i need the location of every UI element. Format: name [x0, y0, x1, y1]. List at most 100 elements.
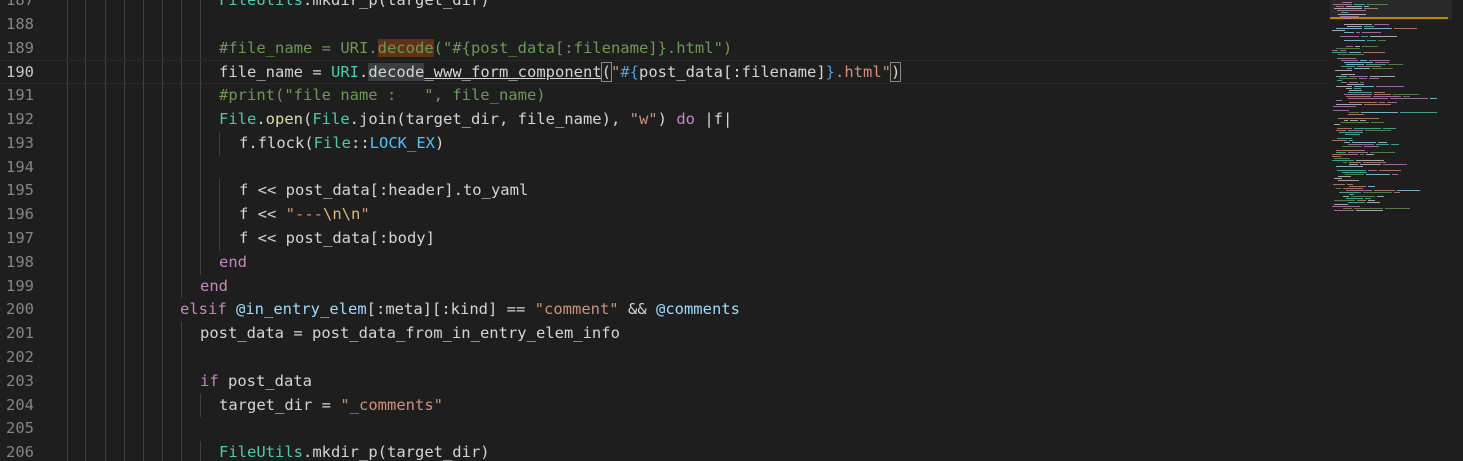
indent-guide: [143, 155, 144, 180]
code-line[interactable]: 189 #file_name = URI.decode("#{post_data[…: [0, 36, 1330, 61]
indent-guide: [105, 274, 106, 299]
vertical-scrollbar[interactable]: [1452, 0, 1463, 461]
code-line[interactable]: 205: [0, 417, 1330, 442]
code-line[interactable]: 194: [0, 155, 1330, 180]
code-line[interactable]: 191 #print("file name : ", file_name): [0, 84, 1330, 108]
minimap-code-line: [1333, 110, 1349, 112]
minimap-code-line: [1340, 36, 1359, 38]
code-line[interactable]: 204 target_dir = "_comments": [0, 393, 1330, 418]
code-line[interactable]: 201 post_data = post_data_from_in_entry_e…: [0, 322, 1330, 346]
code-token: f << post_data[:header].to_yaml: [239, 181, 529, 200]
code-editor[interactable]: 187 FileUtils.mkdir_p(target_dir) 188 189 #f…: [0, 0, 1463, 461]
indent-guide: [85, 131, 86, 156]
indent-guide: [124, 131, 125, 156]
code-token: .mkdir_p(target_dir): [303, 443, 490, 461]
indent-guide: [124, 108, 125, 132]
minimap-code-line: [1333, 184, 1345, 186]
code-token: FileUtils: [219, 0, 303, 9]
minimap-code-line: [1341, 122, 1369, 124]
minimap-code-line: [1361, 36, 1368, 38]
indent-guide: [162, 346, 163, 370]
indent-guide: [162, 417, 163, 442]
minimap-code-line: [1367, 40, 1376, 42]
minimap-code-line: [1342, 146, 1362, 148]
code-line[interactable]: 192 File.open(File.join(target_dir, file_…: [0, 108, 1330, 132]
indent-guide: [200, 250, 201, 275]
code-line[interactable]: 198 end: [0, 250, 1330, 275]
minimap-code-line: [1336, 166, 1363, 168]
line-number: 201: [6, 324, 34, 343]
indent-guide: [162, 298, 163, 323]
minimap-code-line: [1345, 134, 1360, 136]
indent-guide: [162, 12, 163, 37]
code-text: end: [200, 275, 228, 299]
code-line[interactable]: 200 elsif @in_entry_elem[:meta][:kind] ==…: [0, 298, 1330, 323]
code-line[interactable]: 190 file_name = URI.decode_www_form_compo…: [0, 60, 1330, 86]
indent-guide: [124, 227, 125, 251]
code-line[interactable]: 206 FileUtils.mkdir_p(target_dir): [0, 441, 1330, 461]
indent-guide: [143, 417, 144, 442]
code-line[interactable]: 199 end: [0, 274, 1330, 299]
indent-guide: [85, 274, 86, 299]
indent-guide: [181, 36, 182, 61]
code-line[interactable]: 193 f.flock(File::LOCK_EX): [0, 131, 1330, 156]
code-token: post_data = post_data_from_in_entry_elem…: [200, 324, 620, 343]
indent-guide: [143, 369, 144, 394]
indent-guide: [181, 203, 182, 227]
code-token: #{: [620, 63, 640, 82]
indent-guide: [181, 108, 182, 132]
code-line[interactable]: 202: [0, 346, 1330, 370]
indent-guide: [67, 274, 68, 299]
code-token: #file_name = URI.: [219, 38, 378, 57]
indent-guide: [85, 155, 86, 180]
code-line[interactable]: 196 f << "---\n\n": [0, 203, 1330, 227]
code-token: ): [889, 62, 902, 83]
minimap-code-line: [1369, 78, 1379, 80]
indent-guide: [143, 393, 144, 418]
indent-guide: [162, 108, 163, 132]
indent-guide: [219, 227, 220, 251]
code-line[interactable]: 195 f << post_data[:header].to_yaml: [0, 179, 1330, 204]
minimap-code-line: [1343, 18, 1352, 20]
code-token: [:meta][:kind] ==: [366, 300, 535, 319]
code-line[interactable]: 203 if post_data: [0, 369, 1330, 394]
indent-guide: [67, 441, 68, 461]
indent-guide: [181, 250, 182, 275]
line-number: 206: [6, 443, 34, 461]
line-number: 190: [6, 63, 34, 82]
code-line[interactable]: 188: [0, 12, 1330, 37]
indent-guide: [181, 155, 182, 180]
minimap-code-line: [1370, 36, 1397, 38]
minimap-code-line: [1391, 144, 1399, 146]
minimap[interactable]: [1330, 0, 1463, 461]
indent-guide: [67, 203, 68, 227]
code-text: end: [219, 251, 247, 275]
minimap-code-line: [1336, 100, 1342, 102]
indent-guide: [200, 227, 201, 251]
indent-guide: [162, 274, 163, 299]
code-token: (: [303, 110, 313, 128]
code-line[interactable]: 187 FileUtils.mkdir_p(target_dir): [0, 0, 1330, 13]
minimap-code-line: [1336, 188, 1341, 190]
indent-guide: [124, 393, 125, 418]
line-number: 195: [6, 181, 34, 200]
code-token: f <<: [239, 205, 286, 224]
indent-guide: [162, 393, 163, 418]
indent-guide: [181, 369, 182, 394]
indent-guide: [143, 179, 144, 204]
code-text: file_name = URI.decode_www_form_componen…: [219, 61, 902, 85]
indent-guide: [181, 12, 182, 37]
minimap-code-line: [1377, 196, 1384, 198]
code-text: File.open(File.join(target_dir, file_nam…: [219, 108, 732, 132]
indent-guide: [143, 346, 144, 370]
indent-guide: [143, 131, 144, 156]
indent-guide: [162, 203, 163, 227]
minimap-code-line: [1348, 114, 1364, 116]
indent-guide: [200, 393, 201, 418]
code-line[interactable]: 197 f << post_data[:body]: [0, 227, 1330, 251]
indent-guide: [143, 12, 144, 37]
code-token: ": [360, 205, 370, 224]
indent-guide: [181, 441, 182, 461]
indent-guide: [181, 131, 182, 156]
